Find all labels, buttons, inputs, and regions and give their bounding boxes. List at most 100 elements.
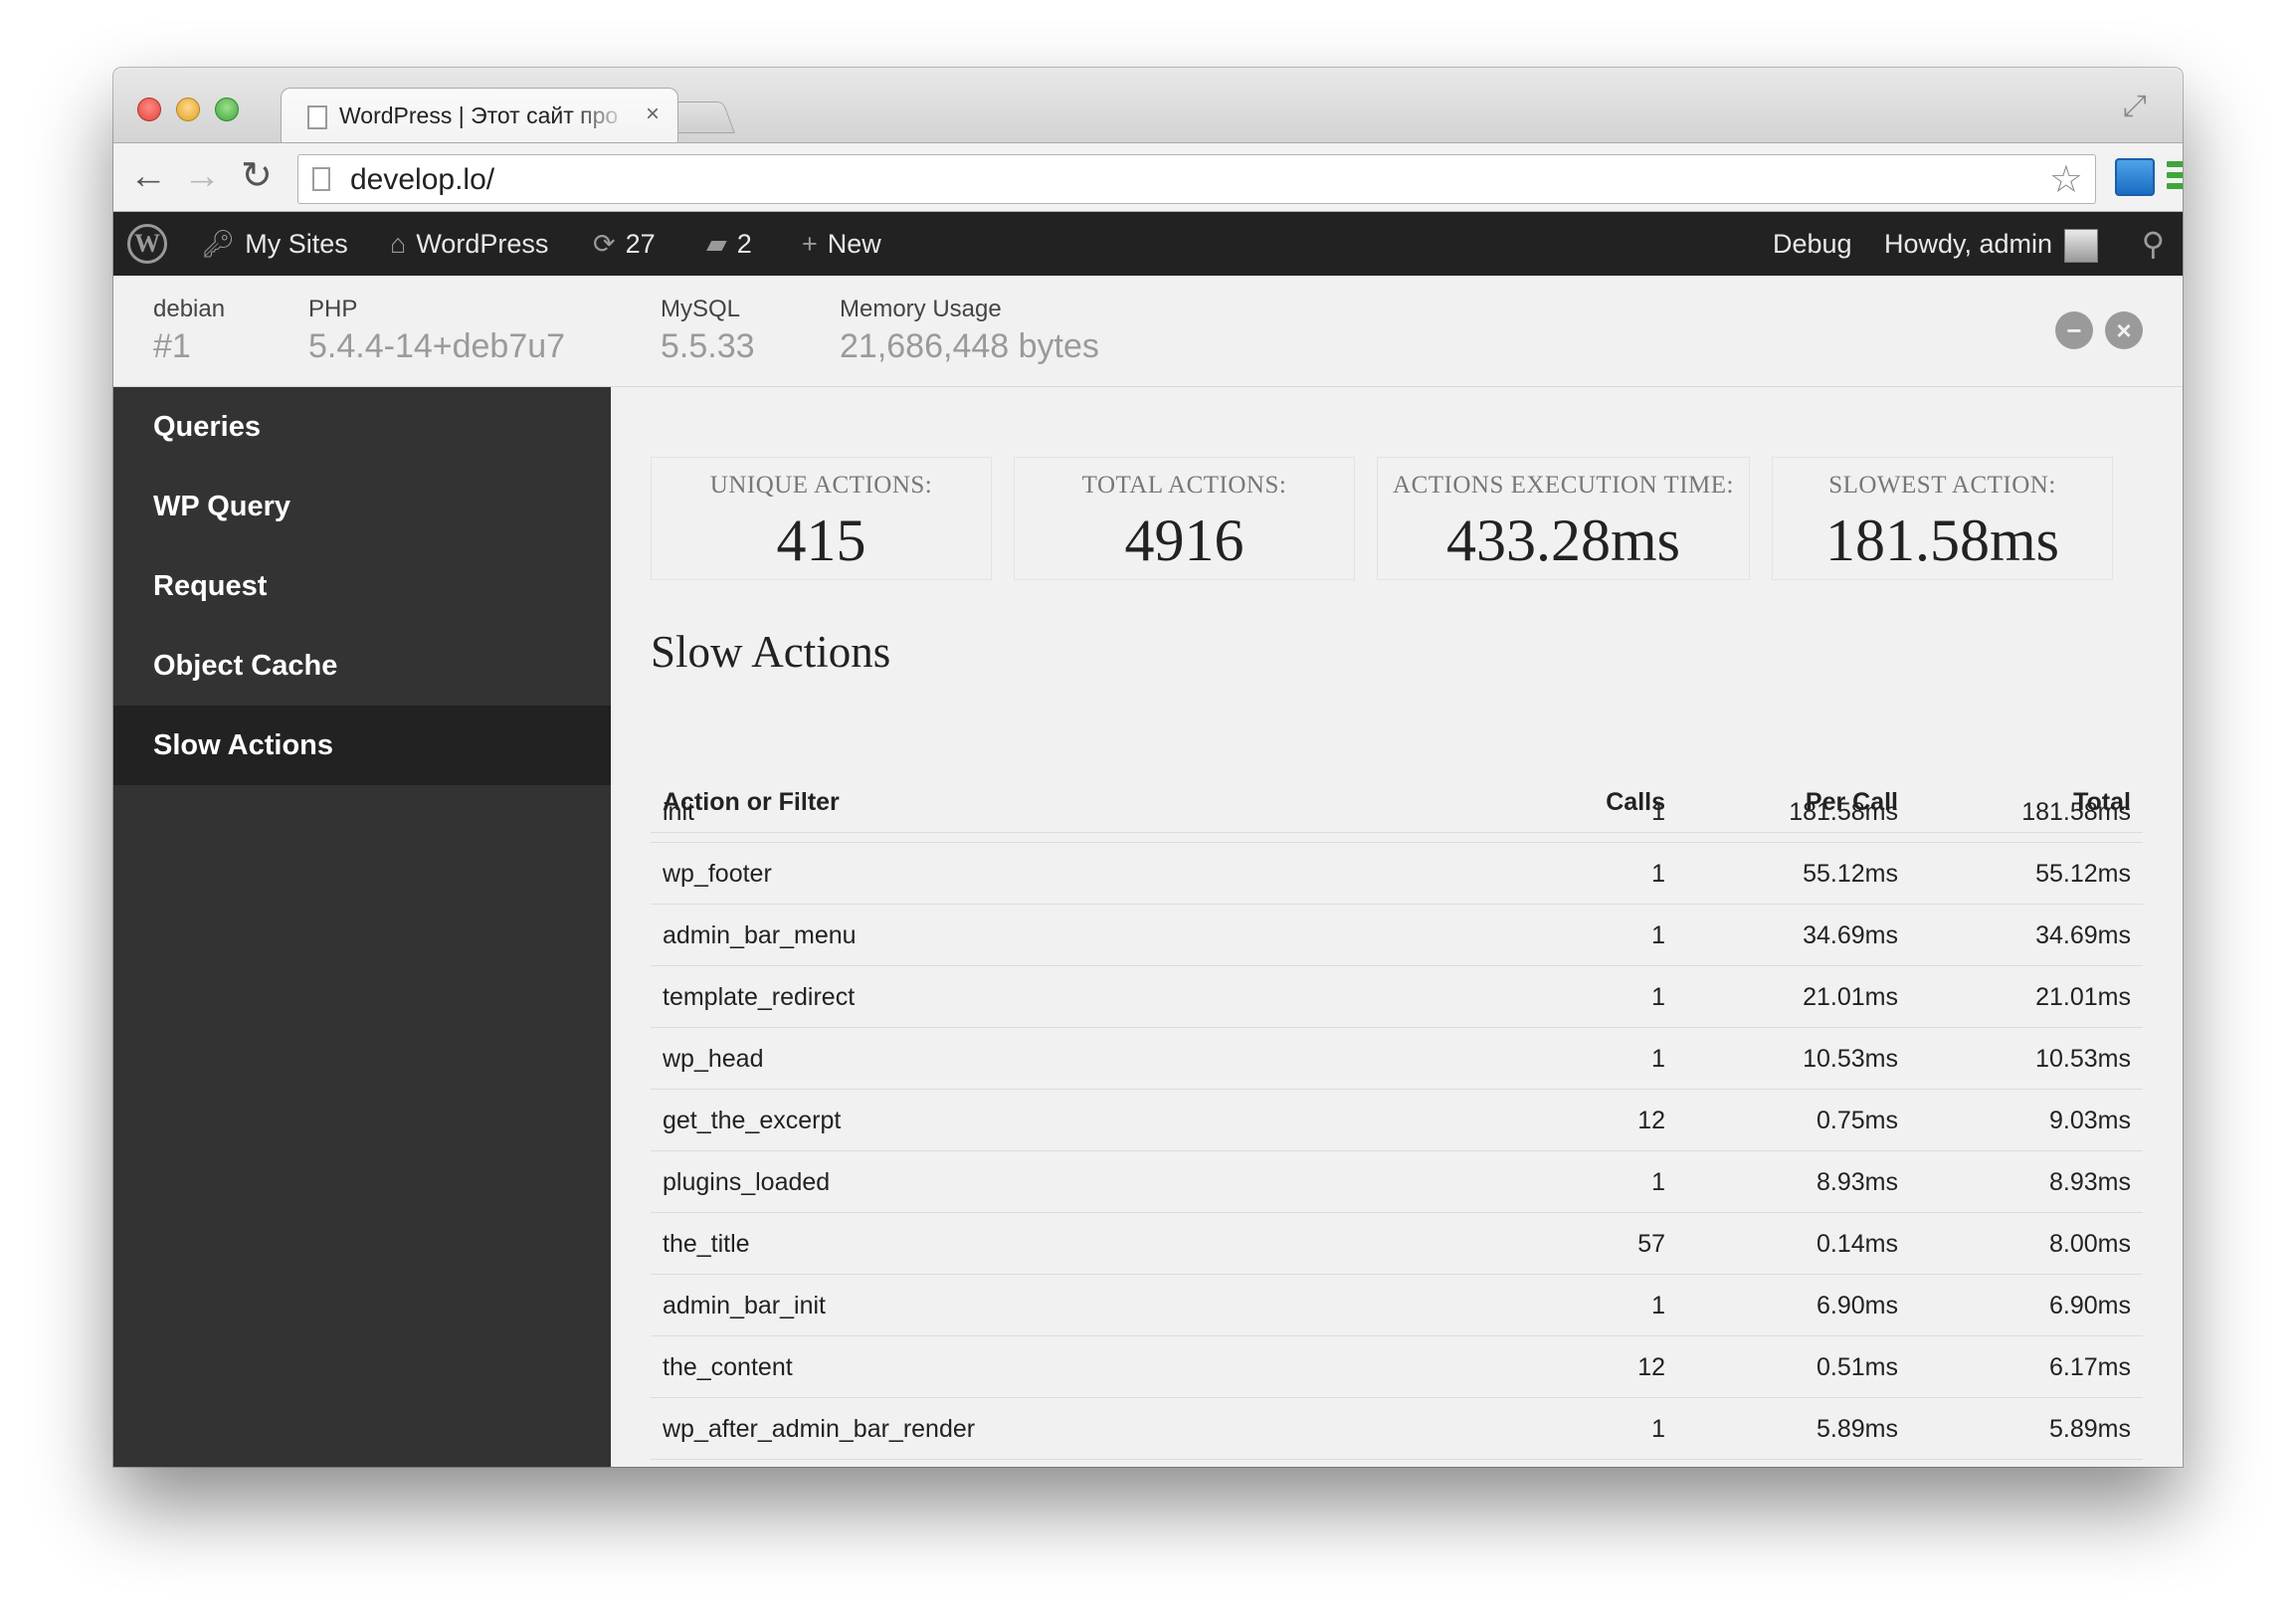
calls-value: 1 [1651,860,1665,888]
calls-value: 1 [1651,1292,1665,1320]
per-call-value: 55.12ms [1803,860,1898,888]
table-row: wp_footer 1 55.12ms 55.12ms [651,843,2143,905]
total-value: 9.03ms [2049,1107,2131,1134]
address-bar[interactable]: develop.lo/ ☆ [297,154,2096,204]
browser-tab[interactable]: WordPress | Этот сайт про × [281,88,678,143]
memory-value: 21,686,448 bytes [840,327,1099,365]
stat-execution-time: ACTIONS EXECUTION TIME: 433.28ms [1377,457,1750,580]
calls-value: 12 [1637,1107,1665,1134]
main-panel: UNIQUE ACTIONS: 415 TOTAL ACTIONS: 4916 … [611,387,2183,1467]
action-name: admin_bar_menu [663,921,857,949]
total-value: 8.00ms [2049,1230,2131,1258]
fullscreen-icon[interactable]: ⤢ [2123,90,2147,123]
bookmark-star-icon[interactable]: ☆ [2049,157,2083,202]
calls-value: 1 [1651,921,1665,949]
action-name: the_title [663,1230,750,1258]
stat-total-actions: TOTAL ACTIONS: 4916 [1014,457,1355,580]
minimize-icon[interactable]: − [2055,311,2093,349]
site-name-menu[interactable]: ⌂ WordPress [390,212,548,276]
comment-icon: ▰ [706,229,727,259]
page-icon [312,167,330,191]
total-value: 6.17ms [2049,1353,2131,1381]
wordpress-logo-icon[interactable]: W [127,224,167,264]
action-name: get_the_excerpt [663,1107,842,1134]
table-row: the_title 57 0.14ms 8.00ms [651,1213,2143,1275]
per-call-value: 181.58ms [1789,798,1898,826]
sidebar-item-queries[interactable]: Queries [113,387,611,467]
howdy-label: Howdy, admin [1884,229,2053,259]
tab-strip: WordPress | Этот сайт про × ⤢ [113,68,2183,143]
table-row: wp_after_admin_bar_render 1 5.89ms 5.89m… [651,1398,2143,1460]
table-row: get_the_excerpt 12 0.75ms 9.03ms [651,1090,2143,1151]
extension-icon[interactable] [2115,158,2155,196]
debug-menu[interactable]: Debug [1773,212,1852,276]
url-text[interactable]: develop.lo/ [350,163,494,197]
plus-icon: + [802,229,818,259]
per-call-value: 8.93ms [1817,1168,1898,1196]
memory-label: Memory Usage [840,296,1002,322]
home-icon: ⌂ [390,229,407,259]
host-label: debian [153,296,226,322]
stat-value: 181.58ms [1824,508,2060,573]
comments-count: 2 [736,229,752,259]
calls-value: 1 [1651,1415,1665,1443]
stat-label: SLOWEST ACTION: [1828,472,2056,499]
stat-slowest-action: SLOWEST ACTION: 181.58ms [1772,457,2113,580]
table-row: admin_bar_menu 1 34.69ms 34.69ms [651,905,2143,966]
back-arrow-icon[interactable]: ← [129,155,167,197]
forward-arrow-icon[interactable]: → [183,155,221,197]
my-sites-menu[interactable]: 🔑︎ My Sites [201,212,348,276]
host-info: debian #1 [153,296,225,366]
stat-unique-actions: UNIQUE ACTIONS: 415 [651,457,992,580]
debug-bar-header: debian #1 PHP 5.4.4-14+deb7u7 MySQL 5.5.… [113,276,2183,387]
action-name: admin_bar_init [663,1292,826,1320]
table-row: plugins_loaded 1 8.93ms 8.93ms [651,1151,2143,1213]
sidebar-item-slow-actions[interactable]: Slow Actions [113,706,611,785]
stat-label: UNIQUE ACTIONS: [709,472,933,499]
tab-close-icon[interactable]: × [646,101,660,128]
table-row: template_redirect 1 21.01ms 21.01ms [651,966,2143,1028]
close-icon[interactable]: × [2105,311,2143,349]
action-name: template_redirect [663,983,856,1011]
new-content-menu[interactable]: + New [802,212,881,276]
stat-label: TOTAL ACTIONS: [1081,472,1287,499]
action-name: the_content [663,1353,793,1381]
total-value: 55.12ms [2035,860,2131,888]
stat-value: 4916 [1124,508,1244,573]
table-row: admin_bar_init 1 6.90ms 6.90ms [651,1275,2143,1336]
action-name: plugins_loaded [663,1168,831,1196]
search-icon[interactable]: ⚲ [2142,212,2165,276]
calls-value: 57 [1637,1230,1665,1258]
total-value: 181.58ms [2021,798,2131,826]
browser-toolbar: ← → ↻ develop.lo/ ☆ [113,142,2183,212]
per-call-value: 6.90ms [1817,1292,1898,1320]
total-value: 10.53ms [2035,1045,2131,1073]
per-call-value: 10.53ms [1803,1045,1898,1073]
close-window-button[interactable] [137,98,161,121]
sidebar-item-object-cache[interactable]: Object Cache [113,626,611,706]
zoom-window-button[interactable] [215,98,239,121]
menu-icon[interactable] [2167,161,2183,194]
my-sites-label: My Sites [245,229,348,259]
reload-icon[interactable]: ↻ [241,155,273,197]
avatar [2064,228,2099,263]
stat-label: ACTIONS EXECUTION TIME: [1393,472,1734,499]
calls-value: 1 [1651,983,1665,1011]
per-call-value: 0.51ms [1817,1353,1898,1381]
page-icon [307,105,327,129]
per-call-value: 0.14ms [1817,1230,1898,1258]
account-menu[interactable]: Howdy, admin [1884,212,2099,276]
per-call-value: 0.75ms [1817,1107,1898,1134]
updates-icon: ⟳ [593,229,616,259]
minimize-window-button[interactable] [176,98,200,121]
sidebar-item-request[interactable]: Request [113,546,611,626]
comments-menu[interactable]: ▰ 2 [706,212,752,276]
key-icon: 🔑︎ [201,229,236,259]
debug-sidebar: Queries WP Query Request Object Cache Sl… [113,387,611,1467]
stat-value: 415 [776,508,866,573]
site-name-label: WordPress [416,229,549,259]
updates-menu[interactable]: ⟳ 27 [593,212,656,276]
tab-title: WordPress | Этот сайт про [339,102,619,128]
sidebar-item-wp-query[interactable]: WP Query [113,467,611,546]
slow-actions-table: init 1 181.58ms 181.58ms wp_footer 1 55.… [651,781,2143,1460]
